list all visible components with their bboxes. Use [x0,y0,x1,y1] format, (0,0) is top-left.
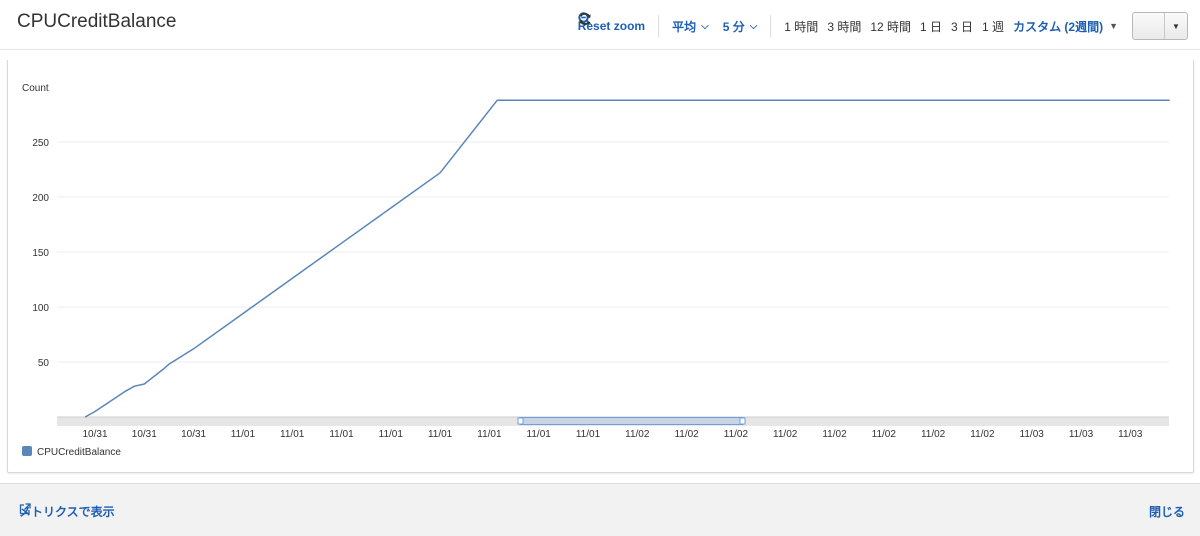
y-tick-label: 250 [32,138,49,149]
series-line [84,99,1170,418]
navigator-handle-right [739,417,746,425]
x-tick-label: 11/01 [231,429,256,440]
period-dropdown[interactable]: 5 分 ⌵ [723,18,758,35]
y-tick-label: 150 [32,248,49,259]
caret-down-icon: ▼ [1172,21,1180,31]
range-1h[interactable]: 1 時間 [784,18,818,35]
chart-panel: Count 50 100 150 200 250 10/31 10/31 10/31 11/01 1… [7,60,1194,473]
line-chart[interactable]: Count 50 100 150 200 250 10/31 10/31 10/31 11/01 1… [8,60,1195,473]
toolbar: Reset zoom 平均 ⌵ 5 分 ⌵ 1 時間 3 時間 12 時間 1 … [578,12,1188,40]
navigator-selection [519,417,744,425]
x-tick-label: 11/01 [379,429,404,440]
refresh-button-group: ▼ [579,12,1188,40]
y-tick-label: 200 [32,193,49,204]
statistic-dropdown[interactable]: 平均 ⌵ [672,18,709,35]
custom-range-label: カスタム (2週間) [1013,19,1104,34]
view-in-metrics-link[interactable]: メトリクスで表示 [19,503,115,520]
y-tick-label: 100 [32,303,49,314]
legend-label: CPUCreditBalance [37,447,121,458]
x-tick-label: 11/01 [477,429,502,440]
view-in-metrics-label: メトリクスで表示 [19,505,115,519]
x-tick-label: 11/02 [674,429,699,440]
toolbar-divider [770,15,772,37]
x-tick-label: 11/01 [329,429,354,440]
x-tick-label: 10/31 [82,429,107,440]
widget-header: CPUCreditBalance Reset zoom 平均 ⌵ 5 分 ⌵ 1… [0,0,1200,50]
external-link-icon [19,503,31,515]
range-1w[interactable]: 1 週 [982,18,1004,35]
x-tick-label: 11/03 [1118,429,1143,440]
statistic-label: 平均 [672,19,697,34]
x-tick-label: 11/02 [773,429,798,440]
toolbar-divider [658,15,660,37]
refresh-options-dropdown[interactable]: ▼ [1165,13,1187,39]
x-tick-label: 11/01 [280,429,305,440]
x-tick-label: 11/01 [576,429,601,440]
custom-range-dropdown[interactable]: カスタム (2週間) ▼ [1013,18,1118,35]
y-tick-label: 50 [38,358,50,369]
x-tick-label: 11/02 [921,429,946,440]
range-3d[interactable]: 3 日 [951,18,973,35]
x-tick-label: 11/02 [822,429,847,440]
refresh-icon [579,13,591,25]
refresh-button[interactable] [579,13,1165,39]
range-1d[interactable]: 1 日 [920,18,942,35]
widget-title: CPUCreditBalance [17,11,177,32]
x-tick-label: 11/01 [428,429,453,440]
range-12h[interactable]: 12 時間 [870,18,911,35]
x-tick-label: 11/02 [872,429,897,440]
navigator-handle-left [517,417,524,425]
x-tick-label: 11/02 [625,429,650,440]
x-tick-label: 11/02 [970,429,995,440]
x-tick-label: 11/01 [527,429,552,440]
x-tick-label: 11/02 [724,429,749,440]
period-label: 5 分 [722,19,745,34]
chevron-down-icon: ⌵ [701,20,709,32]
chevron-down-icon: ⌵ [749,20,758,32]
close-button[interactable]: 閉じる [1149,503,1185,520]
range-3h[interactable]: 3 時間 [827,18,861,35]
x-tick-label: 11/03 [1020,429,1045,440]
widget-footer: メトリクスで表示 閉じる [0,483,1200,536]
caret-down-icon: ▼ [1109,21,1118,31]
y-axis-label: Count [22,83,49,94]
x-tick-label: 10/31 [132,429,157,440]
x-tick-label: 10/31 [181,429,206,440]
legend-swatch [22,446,32,456]
x-tick-label: 11/03 [1069,429,1094,440]
